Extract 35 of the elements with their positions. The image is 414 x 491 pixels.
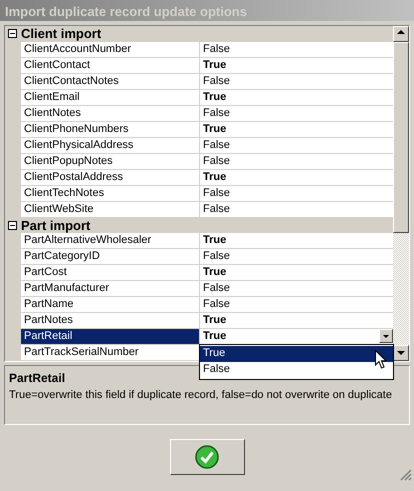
collapse-toggle-icon[interactable] [8,220,17,230]
mouse-pointer-icon [375,350,387,369]
category-header[interactable]: Part import [21,218,90,233]
property-name[interactable]: PartCategoryID [21,249,200,265]
property-name[interactable]: ClientContactNotes [21,74,200,90]
scrollbar-thumb[interactable] [393,42,409,233]
scroll-down-button[interactable] [393,345,409,361]
property-name[interactable]: ClientPhysicalAddress [21,138,200,154]
property-name[interactable]: ClientNotes [21,106,200,122]
property-name[interactable]: ClientPhoneNumbers [21,122,200,138]
collapse-toggle-icon[interactable] [8,29,17,38]
property-name[interactable]: PartName [21,297,200,313]
dropdown-option[interactable]: True [200,346,393,362]
property-name[interactable]: PartNotes [21,313,200,329]
resize-grip-icon[interactable] [400,469,412,481]
ok-button[interactable] [170,439,244,475]
property-name[interactable]: ClientEmail [21,90,200,106]
scroll-up-button[interactable] [393,26,409,42]
property-name[interactable]: ClientPopupNotes [21,154,200,170]
property-name[interactable]: ClientPostalAddress [21,170,200,186]
property-name[interactable]: ClientTechNotes [21,186,200,202]
property-name[interactable]: ClientContact [21,58,200,74]
checkmark-icon [195,445,219,469]
property-name[interactable]: PartRetail [21,329,200,345]
description-title: PartRetail [9,370,66,387]
property-name[interactable]: PartTrackSerialNumber [21,345,200,361]
property-name[interactable]: PartManufacturer [21,281,200,297]
dropdown-option[interactable]: False [200,362,393,378]
property-name[interactable]: PartAlternativeWholesaler [21,233,200,249]
property-name[interactable]: PartCost [21,265,200,281]
property-name[interactable]: ClientAccountNumber [21,42,200,58]
dropdown-button[interactable] [379,329,393,343]
category-header[interactable]: Client import [21,26,102,42]
property-name[interactable]: ClientWebSite [21,202,200,218]
description-text: True=overwrite this field if duplicate record, false=do not overwrite on duplicate [9,388,392,403]
